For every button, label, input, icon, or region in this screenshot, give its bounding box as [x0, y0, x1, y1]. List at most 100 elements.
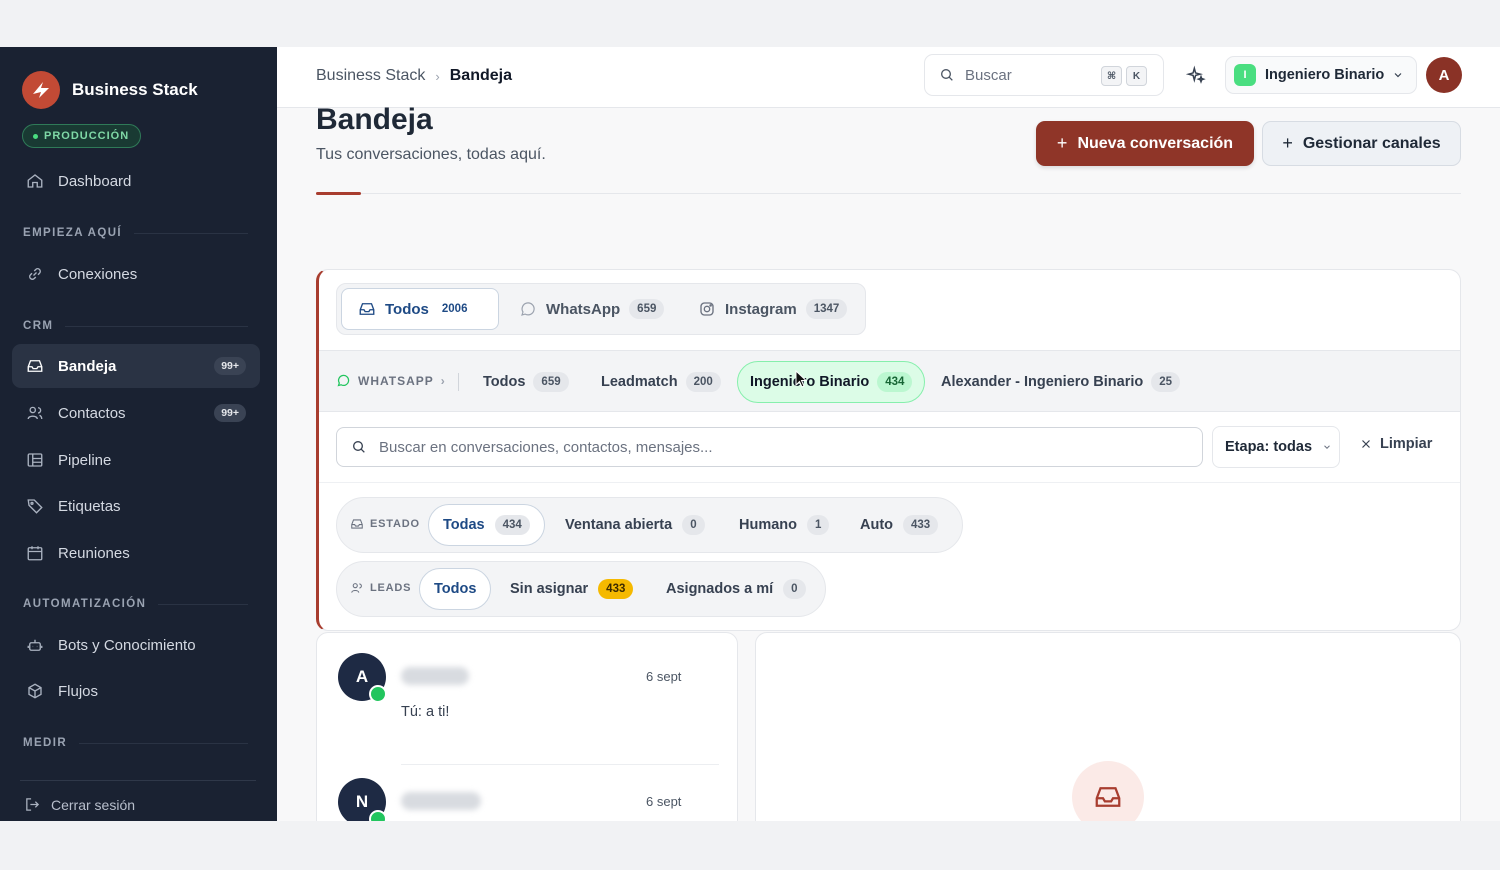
- filter-status-todas[interactable]: Todas 434: [428, 504, 545, 546]
- filter-label: Todas: [443, 517, 485, 533]
- sidebar-item-label: Dashboard: [58, 172, 132, 190]
- search-placeholder: Buscar: [965, 66, 1012, 84]
- filter-label: Auto: [860, 517, 894, 533]
- sparkles-icon[interactable]: [1186, 65, 1206, 85]
- filter-status-auto[interactable]: Auto 433: [846, 504, 952, 546]
- filter-label-text: LEADS: [370, 582, 412, 594]
- filter-leads-sin-asignar[interactable]: Sin asignar 433: [496, 568, 647, 610]
- clear-filters-label: Limpiar: [1380, 436, 1433, 452]
- sidebar-item-bandeja[interactable]: Bandeja 99+: [12, 344, 260, 388]
- filter-status-humano[interactable]: Humano 1: [725, 504, 843, 546]
- status-filter-group: ESTADO Todas 434 Ventana abierta 0 Human…: [336, 497, 963, 553]
- sidebar-item-dashboard[interactable]: Dashboard: [12, 159, 260, 203]
- sidebar-item-bots[interactable]: Bots y Conocimiento: [12, 623, 260, 667]
- plus-icon: +: [1056, 133, 1068, 153]
- top-header: Business Stack › Bandeja Buscar ⌘ K I In…: [277, 47, 1500, 108]
- conversation-search-input[interactable]: Buscar en conversaciones, contactos, men…: [336, 427, 1203, 467]
- sidebar-item-conexiones[interactable]: Conexiones: [12, 252, 260, 296]
- filter-label-text: ESTADO: [370, 518, 420, 530]
- workspace-name: Ingeniero Binario: [1265, 67, 1385, 83]
- tab-channel-whatsapp[interactable]: WhatsApp 659: [503, 288, 680, 330]
- logout-label: Cerrar sesión: [51, 796, 136, 813]
- conversation-list: A 6 sept Tú: a ti! N 6 sept: [316, 632, 738, 821]
- tab-account-leadmatch[interactable]: Leadmatch 200: [589, 361, 733, 403]
- whatsapp-status-icon: [369, 810, 387, 821]
- section-start: EMPIEZA AQUÍ: [23, 227, 248, 239]
- filter-count: 0: [783, 579, 806, 599]
- sidebar-item-label: Pipeline: [58, 451, 112, 469]
- unread-badge: 99+: [214, 357, 246, 375]
- search-icon: [353, 441, 365, 453]
- chevron-down-icon: [1394, 73, 1402, 78]
- filter-leads-todos[interactable]: Todos: [419, 568, 492, 610]
- filter-leads-asignados[interactable]: Asignados a mí 0: [652, 568, 820, 610]
- sidebar-item-label: Bots y Conocimiento: [58, 636, 196, 654]
- tab-account-todos[interactable]: Todos 659: [471, 361, 581, 403]
- sidebar-item-pipeline[interactable]: Pipeline: [12, 438, 260, 482]
- tag-icon: [27, 499, 43, 514]
- filter-count: 1: [807, 515, 830, 535]
- title-accent-bar: [316, 192, 361, 195]
- conversation-date: 6 sept: [646, 669, 682, 684]
- filter-count: 434: [494, 515, 530, 535]
- tab-account-alexander[interactable]: Alexander - Ingeniero Binario 25: [929, 361, 1192, 403]
- sidebar-item-flujos[interactable]: Flujos: [12, 669, 260, 713]
- filter-label: Ventana abierta: [565, 517, 673, 533]
- environment-badge: PRODUCCIÓN: [22, 124, 142, 148]
- whatsapp-account-row: WHATSAPP › Todos 659 Leadmatch 200 Ingen…: [319, 350, 1460, 412]
- close-icon: [1362, 440, 1370, 448]
- whatsapp-section-label: WHATSAPP ›: [336, 373, 446, 388]
- section-crm: CRM: [23, 320, 248, 332]
- brand[interactable]: Business Stack: [22, 71, 198, 109]
- section-label: AUTOMATIZACIÓN: [23, 598, 147, 610]
- logout-button[interactable]: Cerrar sesión: [24, 796, 135, 813]
- section-label: CRM: [23, 320, 54, 332]
- app-window: Business Stack PRODUCCIÓN Dashboard EMPI…: [0, 47, 1500, 821]
- tab-channel-instagram[interactable]: Instagram 1347: [682, 288, 863, 330]
- mouse-cursor-icon: [795, 370, 807, 388]
- sidebar-item-etiquetas[interactable]: Etiquetas: [12, 484, 260, 528]
- section-measure: MEDIR: [23, 737, 248, 749]
- brand-name: Business Stack: [72, 80, 198, 99]
- status-dot-icon: [33, 133, 38, 139]
- new-conversation-button[interactable]: + Nueva conversación: [1036, 121, 1254, 166]
- sidebar-item-label: Reuniones: [58, 544, 130, 562]
- manage-channels-button[interactable]: + Gestionar canales: [1262, 121, 1461, 166]
- tab-account-ingeniero-binario[interactable]: Ingeniero Binario 434: [737, 361, 926, 403]
- search-placeholder: Buscar en conversaciones, contactos, men…: [379, 438, 713, 456]
- count-badge: 99+: [214, 404, 246, 422]
- workspace-switcher[interactable]: I Ingeniero Binario: [1225, 56, 1417, 94]
- kbd-k-key: K: [1126, 66, 1147, 86]
- global-search-input[interactable]: Buscar ⌘ K: [924, 54, 1164, 96]
- conversation-item[interactable]: A 6 sept Tú: a ti!: [317, 633, 737, 765]
- whatsapp-label-text: WHATSAPP: [358, 373, 434, 388]
- sidebar-item-reuniones[interactable]: Reuniones: [12, 531, 260, 575]
- manage-channels-label: Gestionar canales: [1302, 134, 1441, 152]
- tab-count: 200: [685, 372, 721, 392]
- channel-tabs: Todos 2006 WhatsApp 659 Instagram 1347: [336, 283, 866, 335]
- cube-icon: [28, 683, 42, 699]
- tab-channel-todos[interactable]: Todos 2006: [341, 288, 499, 330]
- home-icon: [27, 174, 43, 188]
- environment-label: PRODUCCIÓN: [44, 130, 130, 142]
- user-avatar[interactable]: A: [1426, 57, 1462, 93]
- conversation-item[interactable]: N 6 sept: [317, 758, 737, 821]
- whatsapp-icon: [521, 302, 535, 316]
- inbox-filter-card: Todos 2006 WhatsApp 659 Instagram 1347 W…: [316, 269, 1461, 631]
- sidebar-item-label: Bandeja: [58, 357, 117, 375]
- filter-status-ventana[interactable]: Ventana abierta 0: [551, 504, 719, 546]
- clear-filters-button[interactable]: Limpiar: [1360, 436, 1432, 452]
- breadcrumb-current: Bandeja: [449, 67, 512, 84]
- breadcrumb-root[interactable]: Business Stack: [316, 67, 425, 85]
- contact-name-redacted: [401, 792, 481, 810]
- stage-select[interactable]: Etapa: todas: [1212, 426, 1340, 468]
- sidebar-item-label: Flujos: [58, 682, 99, 700]
- tab-count: 1347: [805, 299, 848, 319]
- sidebar-item-contactos[interactable]: Contactos 99+: [12, 391, 260, 435]
- tab-count: 659: [629, 299, 665, 319]
- filter-count: 433: [598, 579, 634, 599]
- chevron-down-icon: [1324, 445, 1330, 449]
- tab-count: 434: [877, 372, 913, 392]
- sidebar-divider: [20, 780, 256, 781]
- divider: [319, 482, 1460, 483]
